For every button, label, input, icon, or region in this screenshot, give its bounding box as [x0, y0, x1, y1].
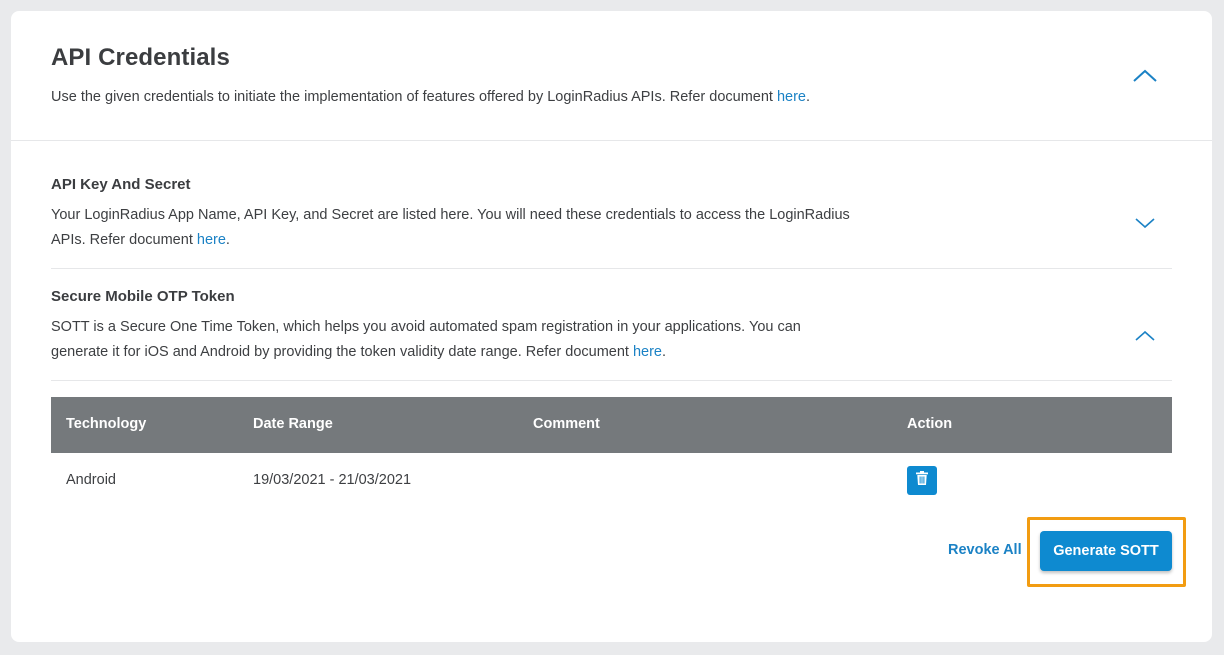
refer-document-link[interactable]: here: [633, 344, 662, 360]
section-description: SOTT is a Secure One Time Token, which h…: [51, 315, 851, 365]
table-row: Android 19/03/2021 - 21/03/2021: [51, 453, 1172, 509]
sott-section: Secure Mobile OTP Token SOTT is a Secure…: [51, 269, 1172, 381]
api-credentials-card: API Credentials Use the given credential…: [11, 11, 1212, 642]
section-description-text: SOTT is a Secure One Time Token, which h…: [51, 319, 801, 360]
page-title: API Credentials: [51, 44, 230, 71]
cell-technology: Android: [66, 472, 116, 488]
refer-document-link[interactable]: here: [197, 232, 226, 248]
sott-table: Technology Date Range Comment Action And…: [51, 397, 1172, 509]
section-description-text: Your LoginRadius App Name, API Key, and …: [51, 207, 850, 248]
column-header-comment: Comment: [533, 416, 600, 432]
generate-sott-button[interactable]: Generate SOTT: [1040, 531, 1172, 571]
card-header: API Credentials Use the given credential…: [11, 11, 1212, 141]
delete-button[interactable]: [907, 466, 937, 495]
api-key-secret-section: API Key And Secret Your LoginRadius App …: [51, 141, 1172, 269]
section-description-trailing: .: [662, 344, 667, 360]
section-description-trailing: .: [225, 232, 230, 248]
chevron-up-icon[interactable]: [1131, 326, 1159, 346]
page-description-text: Use the given credentials to initiate th…: [51, 89, 777, 105]
column-header-action: Action: [907, 416, 953, 432]
section-description: Your LoginRadius App Name, API Key, and …: [51, 203, 851, 253]
revoke-all-button[interactable]: Revoke All: [948, 542, 1022, 558]
page-description-trailing: .: [806, 89, 811, 105]
section-title: Secure Mobile OTP Token: [51, 288, 235, 305]
table-header: Technology Date Range Comment Action: [51, 397, 1172, 453]
page-description: Use the given credentials to initiate th…: [51, 89, 810, 105]
chevron-down-icon[interactable]: [1131, 213, 1159, 233]
column-header-date-range: Date Range: [253, 416, 333, 432]
collapse-chevron-up-icon[interactable]: [1131, 66, 1159, 86]
trash-icon: [916, 471, 928, 490]
column-header-technology: Technology: [66, 416, 147, 432]
section-title: API Key And Secret: [51, 176, 191, 193]
cell-date-range: 19/03/2021 - 21/03/2021: [253, 472, 412, 488]
refer-document-link[interactable]: here: [777, 89, 806, 105]
